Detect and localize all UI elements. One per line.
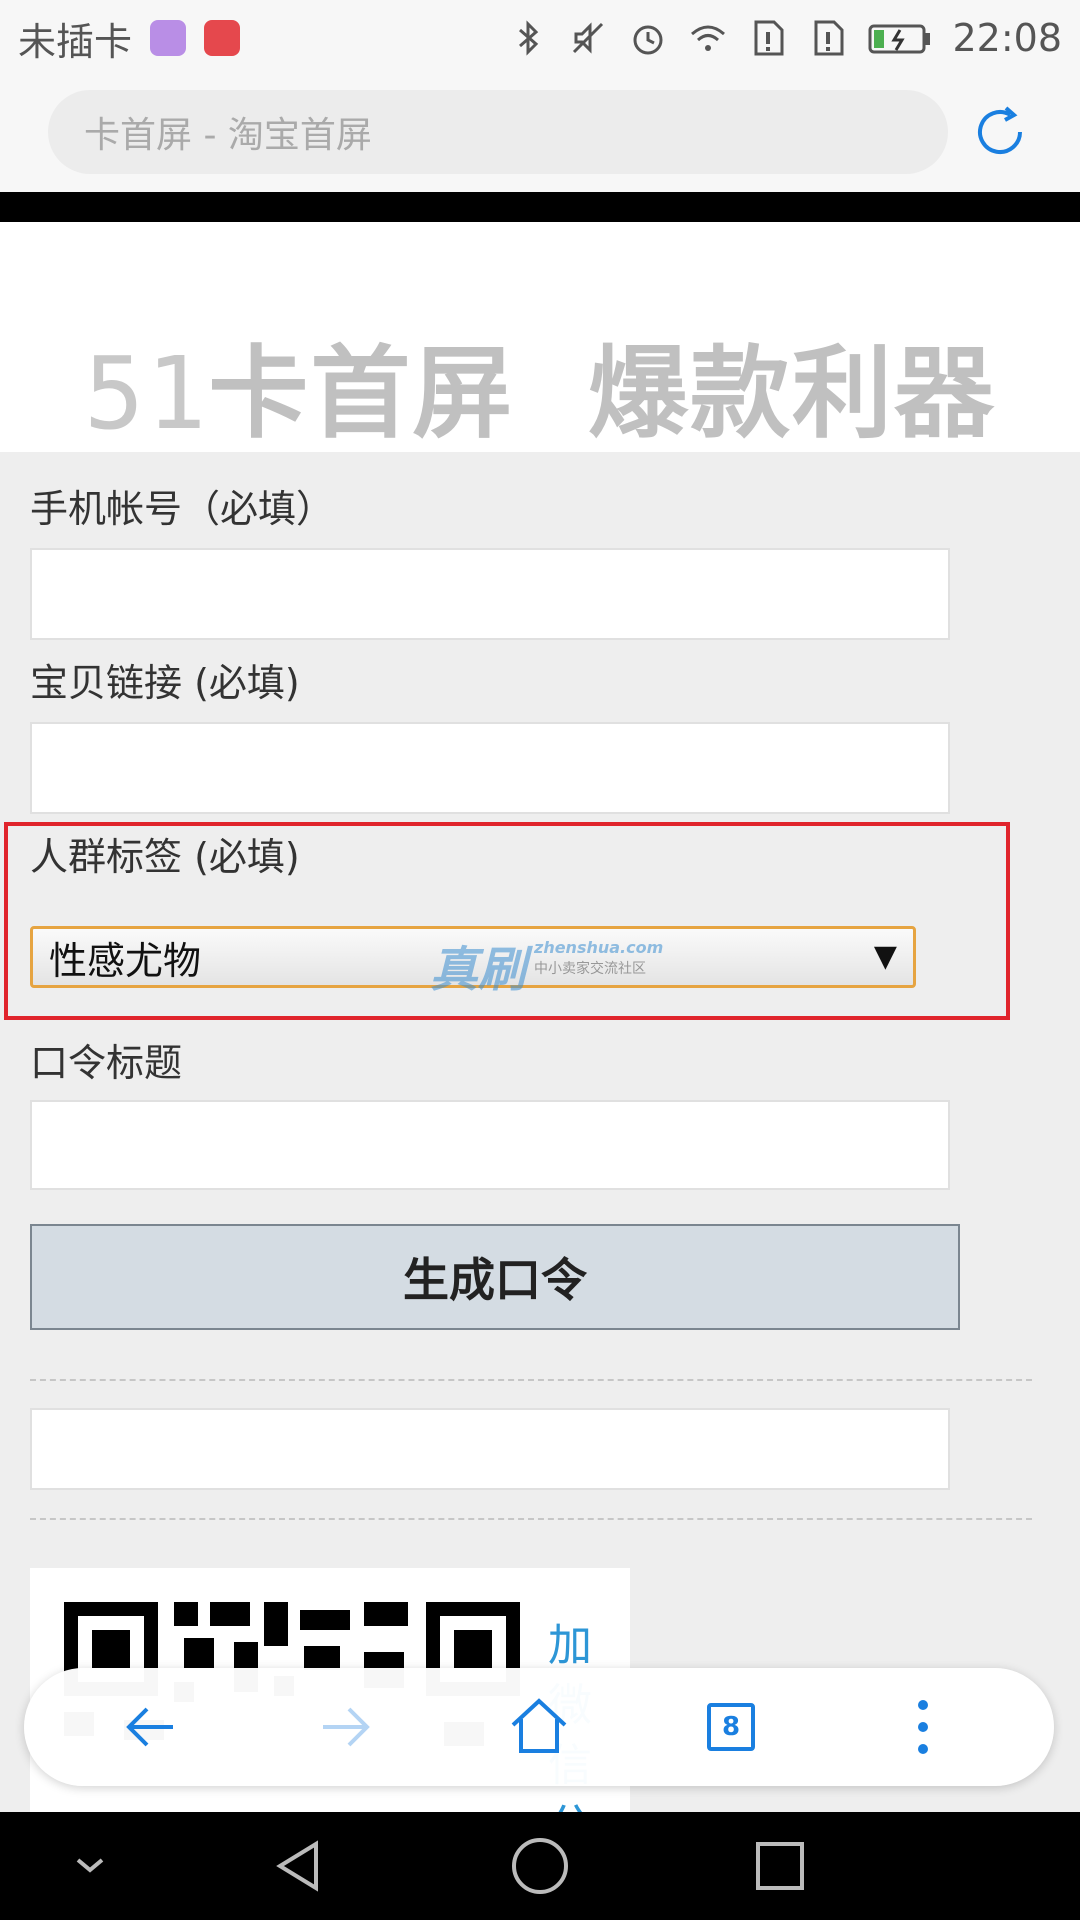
phone-label: 手机帐号（必填） bbox=[30, 487, 335, 531]
url-field[interactable]: 卡首屏 - 淘宝首屏 bbox=[48, 90, 948, 174]
crowd-tag-label: 人群标签 (必填) bbox=[30, 835, 300, 879]
sim1-alert-icon bbox=[754, 20, 784, 56]
mute-icon bbox=[573, 22, 604, 54]
sim2-alert-icon bbox=[814, 20, 844, 56]
alarm-icon bbox=[633, 25, 663, 55]
back-arrow-icon bbox=[126, 1707, 173, 1747]
bluetooth-icon bbox=[519, 20, 539, 56]
token-title-label: 口令标题 bbox=[30, 1041, 183, 1085]
back-button[interactable] bbox=[116, 1692, 186, 1762]
reload-icon[interactable] bbox=[970, 102, 1030, 162]
phone-input[interactable] bbox=[30, 548, 950, 640]
battery-charging-icon bbox=[868, 24, 931, 54]
recents-icon[interactable] bbox=[750, 1836, 810, 1896]
divider bbox=[30, 1518, 1032, 1520]
page-banner: 51卡首屏 爆款利器 bbox=[0, 222, 1080, 452]
divider bbox=[30, 1379, 1032, 1381]
generate-token-button[interactable]: 生成口令 bbox=[30, 1224, 960, 1330]
home-icon bbox=[511, 1698, 567, 1753]
banner-text: 卡首屏 爆款利器 bbox=[208, 335, 997, 452]
tab-count-badge: 8 bbox=[707, 1703, 755, 1751]
crowd-tag-select[interactable]: 性感尤物 ▼ bbox=[30, 926, 916, 988]
browser-address-bar: 卡首屏 - 淘宝首屏 bbox=[0, 76, 1080, 192]
tabs-button[interactable]: 8 bbox=[696, 1692, 766, 1762]
more-vertical-icon bbox=[918, 1700, 928, 1754]
more-menu-button[interactable] bbox=[888, 1692, 958, 1762]
browser-bottom-toolbar: 8 bbox=[24, 1668, 1054, 1786]
clock-time: 22:08 bbox=[952, 16, 1062, 60]
home-icon[interactable] bbox=[510, 1836, 570, 1896]
carrier-text: 未插卡 bbox=[18, 19, 133, 64]
dropdown-arrow-icon: ▼ bbox=[873, 939, 897, 974]
crowd-tag-selected-value: 性感尤物 bbox=[49, 938, 202, 983]
back-icon[interactable] bbox=[270, 1836, 330, 1896]
forward-button[interactable] bbox=[310, 1692, 380, 1762]
url-text: 卡首屏 - 淘宝首屏 bbox=[84, 115, 372, 156]
forward-arrow-icon bbox=[323, 1707, 370, 1747]
home-button[interactable] bbox=[504, 1692, 574, 1762]
link-label: 宝贝链接 (必填) bbox=[30, 661, 300, 705]
system-nav-bar bbox=[0, 1812, 1080, 1920]
status-bar: 未插卡 22:08 bbox=[0, 0, 1080, 76]
banner-title: 51卡首屏 爆款利器 bbox=[0, 312, 1080, 457]
music-app-icon bbox=[204, 20, 241, 56]
item-link-input[interactable] bbox=[30, 722, 950, 814]
hide-keyboard-icon[interactable] bbox=[60, 1836, 120, 1896]
page-top-bar bbox=[0, 192, 1080, 222]
banner-number: 51 bbox=[83, 335, 209, 452]
wifi-icon bbox=[691, 25, 726, 51]
token-output-field[interactable] bbox=[30, 1408, 950, 1490]
gallery-app-icon bbox=[150, 20, 187, 56]
token-title-input[interactable] bbox=[30, 1100, 950, 1190]
